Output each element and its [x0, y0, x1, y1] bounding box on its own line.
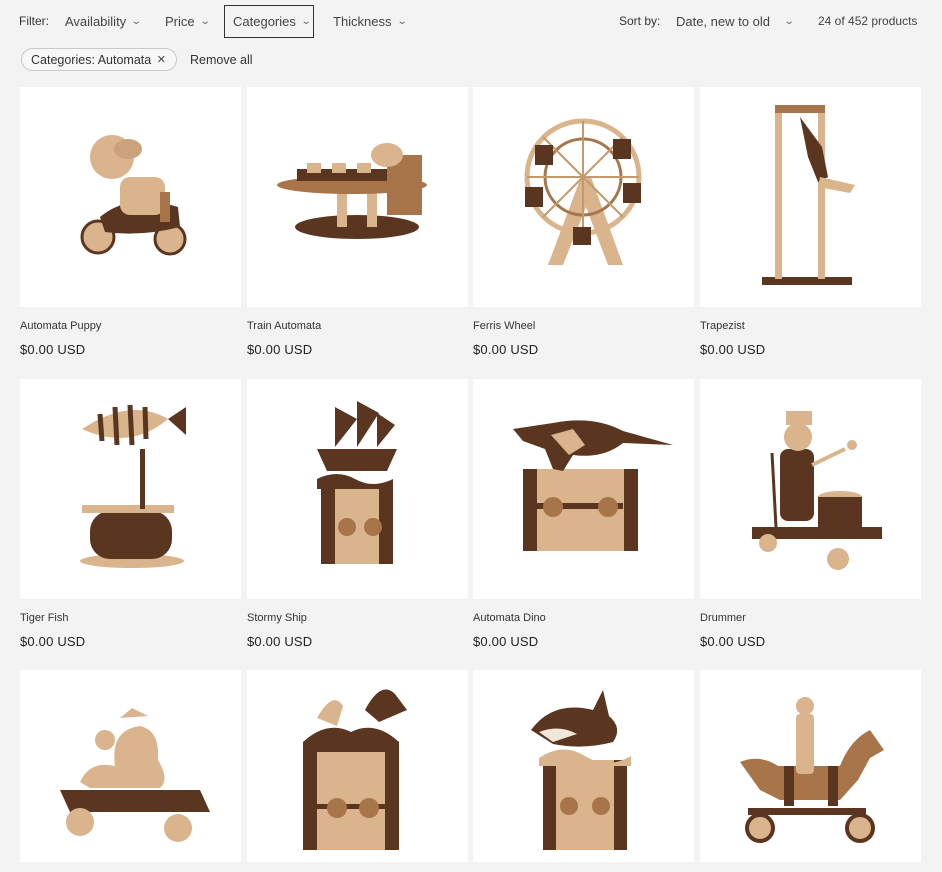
- product-card[interactable]: [700, 670, 921, 862]
- chevron-down-icon: ⌄: [783, 16, 795, 27]
- product-image-ferris-wheel[interactable]: [473, 87, 694, 307]
- filter-availability-label: Availability: [65, 14, 127, 29]
- filter-availability[interactable]: Availability ⌄: [57, 5, 149, 38]
- product-image[interactable]: [247, 670, 468, 862]
- filter-label: Filter:: [19, 14, 49, 28]
- product-card[interactable]: Stormy Ship $0.00 USD: [247, 379, 468, 649]
- chevron-down-icon: ⌄: [300, 16, 312, 27]
- filter-categories-label: Categories: [233, 14, 296, 29]
- product-image-automata-dino[interactable]: [473, 379, 694, 599]
- product-image-automata-puppy[interactable]: [20, 87, 241, 307]
- product-count: 24 of 452 products: [818, 14, 918, 28]
- product-card[interactable]: [473, 670, 694, 862]
- close-icon[interactable]: ✕: [157, 53, 166, 66]
- product-card[interactable]: Automata Puppy $0.00 USD: [20, 87, 241, 357]
- product-image[interactable]: [20, 670, 241, 862]
- product-title[interactable]: Ferris Wheel: [473, 320, 535, 332]
- product-price: $0.00 USD: [473, 634, 539, 649]
- active-facet-chip[interactable]: Categories: Automata ✕: [21, 48, 177, 71]
- chevron-down-icon: ⌄: [396, 16, 408, 27]
- chevron-down-icon: ⌄: [130, 16, 142, 27]
- product-image-trapezist[interactable]: [700, 87, 921, 307]
- chevron-down-icon: ⌄: [199, 16, 211, 27]
- filter-thickness[interactable]: Thickness ⌄: [325, 5, 414, 38]
- product-image-stormy-ship[interactable]: [247, 379, 468, 599]
- product-title[interactable]: Trapezist: [700, 320, 745, 332]
- product-card[interactable]: Automata Dino $0.00 USD: [473, 379, 694, 649]
- product-price: $0.00 USD: [700, 634, 766, 649]
- product-image[interactable]: [473, 670, 694, 862]
- product-title[interactable]: Automata Puppy: [20, 320, 101, 332]
- product-title[interactable]: Drummer: [700, 612, 746, 624]
- product-image[interactable]: [700, 670, 921, 862]
- product-price: $0.00 USD: [473, 342, 539, 357]
- product-card[interactable]: Drummer $0.00 USD: [700, 379, 921, 649]
- product-title[interactable]: Train Automata: [247, 320, 321, 332]
- product-title[interactable]: Tiger Fish: [20, 612, 69, 624]
- product-card[interactable]: Train Automata $0.00 USD: [247, 87, 468, 357]
- filter-bar: Filter: Availability ⌄ Price ⌄ Categorie…: [0, 0, 942, 44]
- product-price: $0.00 USD: [247, 342, 313, 357]
- sort-selected-value: Date, new to old: [676, 14, 770, 29]
- product-image-drummer[interactable]: [700, 379, 921, 599]
- filter-price[interactable]: Price ⌄: [157, 5, 217, 38]
- product-image-train-automata[interactable]: [247, 87, 468, 307]
- product-title[interactable]: Stormy Ship: [247, 612, 307, 624]
- product-card[interactable]: [247, 670, 468, 862]
- filter-price-label: Price: [165, 14, 195, 29]
- sort-label: Sort by:: [619, 14, 661, 28]
- remove-all-link[interactable]: Remove all: [190, 53, 253, 67]
- product-card[interactable]: Tiger Fish $0.00 USD: [20, 379, 241, 649]
- product-price: $0.00 USD: [247, 634, 313, 649]
- sort-select[interactable]: Date, new to old ⌄: [672, 5, 797, 38]
- active-facet-label: Categories: Automata: [31, 52, 152, 67]
- filter-thickness-label: Thickness: [333, 14, 392, 29]
- product-image-tiger-fish[interactable]: [20, 379, 241, 599]
- product-card[interactable]: Trapezist $0.00 USD: [700, 87, 921, 357]
- product-title[interactable]: Automata Dino: [473, 612, 546, 624]
- product-card[interactable]: [20, 670, 241, 862]
- product-card[interactable]: Ferris Wheel $0.00 USD: [473, 87, 694, 357]
- collection-page: Filter: Availability ⌄ Price ⌄ Categorie…: [0, 0, 942, 872]
- product-price: $0.00 USD: [700, 342, 766, 357]
- filter-categories[interactable]: Categories ⌄: [224, 5, 314, 38]
- product-price: $0.00 USD: [20, 342, 86, 357]
- product-price: $0.00 USD: [20, 634, 86, 649]
